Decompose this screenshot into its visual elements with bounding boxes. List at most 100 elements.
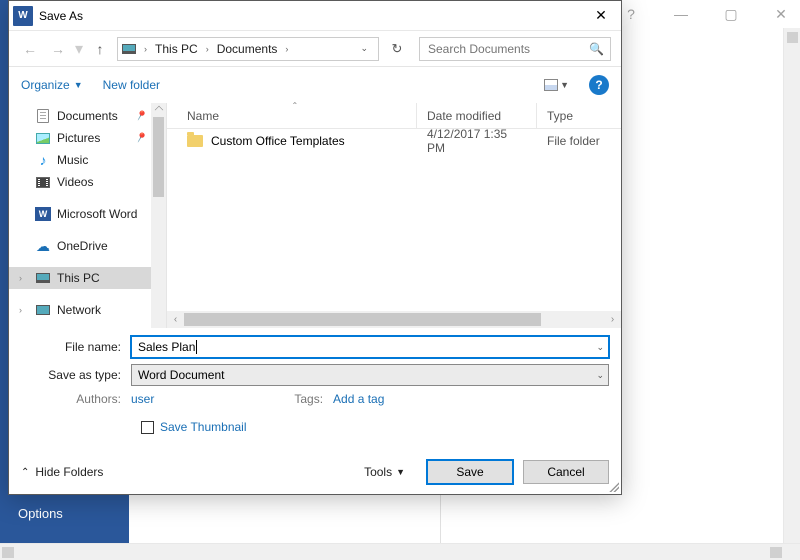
- chevron-down-icon[interactable]: ⌄: [596, 370, 604, 381]
- file-type: File folder: [537, 134, 621, 148]
- pc-icon: [122, 44, 136, 54]
- file-name: Custom Office Templates: [211, 134, 345, 148]
- authors-label: Authors:: [21, 392, 131, 406]
- file-list: Custom Office Templates 4/12/2017 1:35 P…: [167, 129, 621, 311]
- new-folder-button[interactable]: New folder: [103, 78, 160, 92]
- column-name[interactable]: ⌃ Name: [167, 103, 417, 128]
- save-type-label: Save as type:: [21, 368, 131, 382]
- chevron-down-icon: ▼: [396, 467, 405, 477]
- tree-label: Pictures: [57, 131, 100, 145]
- save-thumbnail-checkbox[interactable]: [141, 421, 154, 434]
- tree-label: OneDrive: [57, 239, 108, 253]
- pc-icon: [36, 273, 50, 283]
- videos-icon: [36, 177, 50, 188]
- breadcrumb-documents[interactable]: Documents: [213, 42, 282, 56]
- word-app-icon: W: [13, 6, 33, 26]
- bg-scrollbar-horizontal[interactable]: [0, 543, 800, 560]
- nav-forward-button[interactable]: →: [47, 38, 69, 60]
- tree-label: Microsoft Word: [57, 207, 137, 221]
- bg-sidebar-options[interactable]: Options: [0, 496, 129, 531]
- tree-label: Documents: [57, 109, 118, 123]
- file-name-label: File name:: [21, 340, 131, 354]
- tree-item-videos[interactable]: Videos: [9, 171, 166, 193]
- network-icon: [36, 305, 50, 315]
- music-icon: ♪: [35, 152, 51, 168]
- dialog-nav-bar: ← → ▾ ↑ › This PC › Documents › ⌄ ↻ 🔍: [9, 31, 621, 67]
- bg-maximize-icon[interactable]: ▢: [716, 6, 746, 23]
- tree-label: This PC: [57, 271, 100, 285]
- file-list-scrollbar[interactable]: ‹ ›: [167, 311, 621, 328]
- file-list-pane: ⌃ Name Date modified Type Custom Office …: [167, 103, 621, 328]
- chevron-right-icon: ›: [283, 44, 290, 54]
- pin-icon: 📍: [132, 108, 148, 124]
- file-name-input[interactable]: Sales Plan ⌄: [131, 336, 609, 358]
- tree-item-music[interactable]: ♪ Music: [9, 149, 166, 171]
- expand-icon[interactable]: ›: [19, 273, 22, 283]
- dialog-titlebar: W Save As ✕: [9, 1, 621, 31]
- address-dropdown-icon[interactable]: ⌄: [354, 43, 374, 54]
- tree-item-pictures[interactable]: Pictures 📍: [9, 127, 166, 149]
- save-thumbnail-label: Save Thumbnail: [160, 420, 247, 434]
- tags-value[interactable]: Add a tag: [333, 392, 384, 406]
- tools-menu[interactable]: Tools ▼: [364, 465, 405, 479]
- tree-item-documents[interactable]: Documents 📍: [9, 105, 166, 127]
- sort-indicator-icon: ⌃: [292, 101, 299, 110]
- search-icon: 🔍: [589, 42, 604, 56]
- dialog-title: Save As: [39, 9, 581, 23]
- tree-item-word[interactable]: W Microsoft Word: [9, 203, 166, 225]
- bg-minimize-icon[interactable]: —: [666, 6, 696, 22]
- cloud-icon: ☁: [35, 238, 51, 254]
- tags-label: Tags:: [294, 392, 333, 406]
- folder-icon: [187, 135, 203, 147]
- chevron-up-icon: ⌃: [21, 467, 29, 478]
- refresh-button[interactable]: ↻: [385, 37, 409, 61]
- column-date[interactable]: Date modified: [417, 103, 537, 128]
- view-icon: [544, 79, 558, 91]
- organize-label: Organize: [21, 78, 70, 92]
- nav-back-button[interactable]: ←: [19, 38, 41, 60]
- hide-folders-button[interactable]: ⌃ Hide Folders: [21, 465, 103, 479]
- authors-value[interactable]: user: [131, 392, 154, 406]
- cancel-button[interactable]: Cancel: [523, 460, 609, 484]
- scroll-right-icon[interactable]: ›: [604, 314, 621, 325]
- scroll-left-icon[interactable]: ‹: [167, 314, 184, 325]
- organize-menu[interactable]: Organize ▼: [21, 78, 83, 92]
- nav-up-button[interactable]: ↑: [89, 38, 111, 60]
- address-bar[interactable]: › This PC › Documents › ⌄: [117, 37, 379, 61]
- save-type-select[interactable]: Word Document ⌄: [131, 364, 609, 386]
- bg-scrollbar-vertical[interactable]: [783, 28, 800, 543]
- chevron-down-icon[interactable]: ⌄: [596, 342, 604, 353]
- save-form: File name: Sales Plan ⌄ Save as type: Wo…: [9, 328, 621, 450]
- search-input[interactable]: [426, 41, 589, 57]
- breadcrumb-this-pc[interactable]: This PC: [151, 42, 202, 56]
- chevron-right-icon: ›: [204, 44, 211, 54]
- expand-icon[interactable]: ›: [19, 305, 22, 315]
- tree-item-this-pc[interactable]: › This PC: [9, 267, 166, 289]
- dialog-actions: ⌃ Hide Folders Tools ▼ Save Cancel: [9, 450, 621, 494]
- tree-scrollbar[interactable]: [151, 103, 166, 328]
- tree-item-network[interactable]: › Network: [9, 299, 166, 321]
- bg-close-icon[interactable]: ✕: [766, 6, 796, 23]
- view-menu[interactable]: ▼: [544, 79, 569, 91]
- chevron-down-icon: ▼: [560, 80, 569, 90]
- tree-label: Music: [57, 153, 88, 167]
- file-row[interactable]: Custom Office Templates 4/12/2017 1:35 P…: [167, 129, 621, 153]
- tree-label: Network: [57, 303, 101, 317]
- help-button[interactable]: ?: [589, 75, 609, 95]
- pictures-icon: [36, 133, 50, 144]
- chevron-down-icon: ▼: [74, 80, 83, 90]
- document-icon: [37, 109, 49, 123]
- chevron-right-icon: ›: [142, 44, 149, 54]
- word-icon: W: [35, 207, 51, 221]
- resize-grip[interactable]: [607, 480, 619, 492]
- save-button[interactable]: Save: [427, 460, 513, 484]
- column-type[interactable]: Type: [537, 103, 621, 128]
- file-date: 4/12/2017 1:35 PM: [417, 129, 537, 155]
- folder-tree: Documents 📍 Pictures 📍 ♪ Music Videos W …: [9, 103, 167, 328]
- dialog-toolbar: Organize ▼ New folder ▼ ?: [9, 67, 621, 103]
- dialog-close-button[interactable]: ✕: [581, 7, 621, 24]
- column-headers: ⌃ Name Date modified Type: [167, 103, 621, 129]
- tree-item-onedrive[interactable]: ☁ OneDrive: [9, 235, 166, 257]
- pin-icon: 📍: [132, 130, 148, 146]
- search-box[interactable]: 🔍: [419, 37, 611, 61]
